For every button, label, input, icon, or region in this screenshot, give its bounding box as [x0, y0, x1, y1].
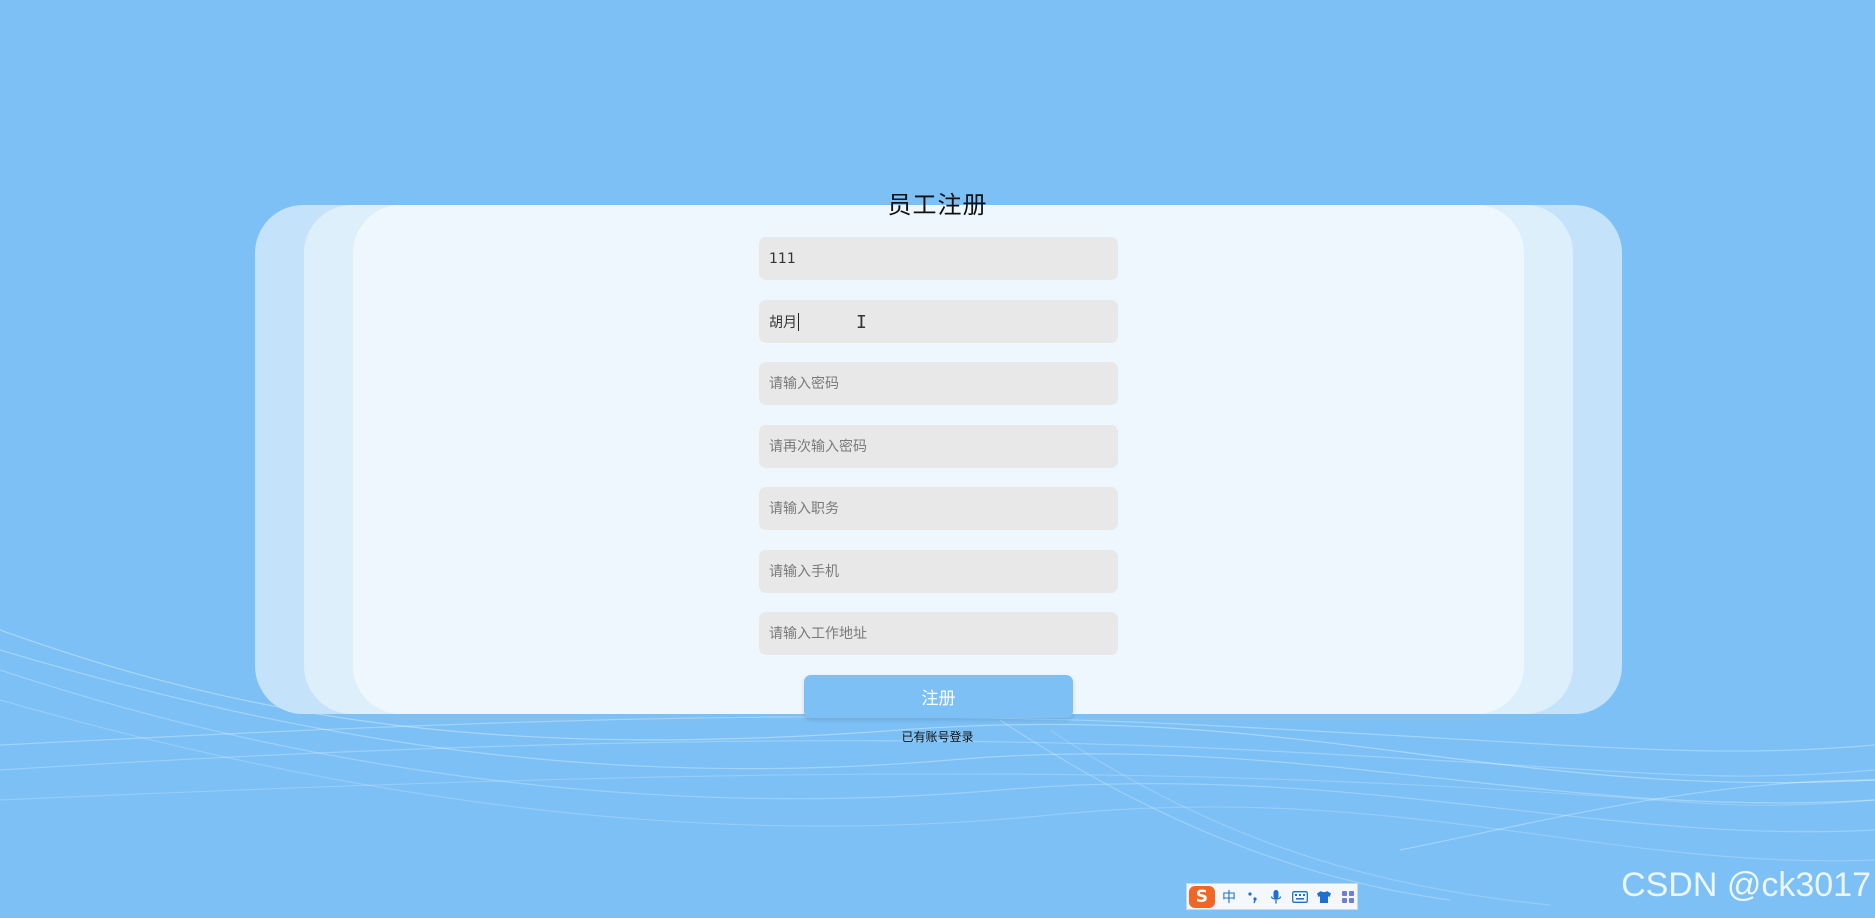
phone-input[interactable]: [769, 550, 1108, 593]
username-field[interactable]: [759, 237, 1118, 280]
ime-mode-toggle[interactable]: 中: [1220, 886, 1239, 908]
position-input[interactable]: [769, 487, 1108, 530]
position-field[interactable]: [759, 487, 1118, 530]
text-caret: [798, 312, 799, 331]
login-link[interactable]: 已有账号登录: [0, 728, 1875, 745]
page-title: 员工注册: [887, 191, 988, 219]
microphone-icon[interactable]: [1267, 886, 1286, 908]
skin-icon[interactable]: [1315, 886, 1334, 908]
sogou-logo-icon[interactable]: S: [1189, 885, 1215, 908]
ime-toolbar[interactable]: S 中: [1186, 883, 1358, 910]
realname-value: 胡月: [769, 314, 797, 331]
toolbox-icon[interactable]: [1338, 886, 1357, 908]
password-confirm-input[interactable]: [769, 425, 1108, 468]
username-input[interactable]: [769, 237, 1108, 280]
address-field[interactable]: [759, 612, 1118, 655]
keyboard-icon[interactable]: [1291, 886, 1310, 908]
password-confirm-field[interactable]: [759, 425, 1118, 468]
punctuation-icon[interactable]: [1243, 886, 1262, 908]
address-input[interactable]: [769, 612, 1108, 655]
password-field[interactable]: [759, 362, 1118, 405]
mouse-ibeam-cursor-icon: I: [856, 312, 867, 333]
watermark: CSDN @ck3017: [1621, 866, 1871, 904]
realname-field[interactable]: 胡月: [759, 300, 1118, 343]
phone-field[interactable]: [759, 550, 1118, 593]
register-button[interactable]: 注册: [804, 675, 1073, 718]
password-input[interactable]: [769, 362, 1108, 405]
